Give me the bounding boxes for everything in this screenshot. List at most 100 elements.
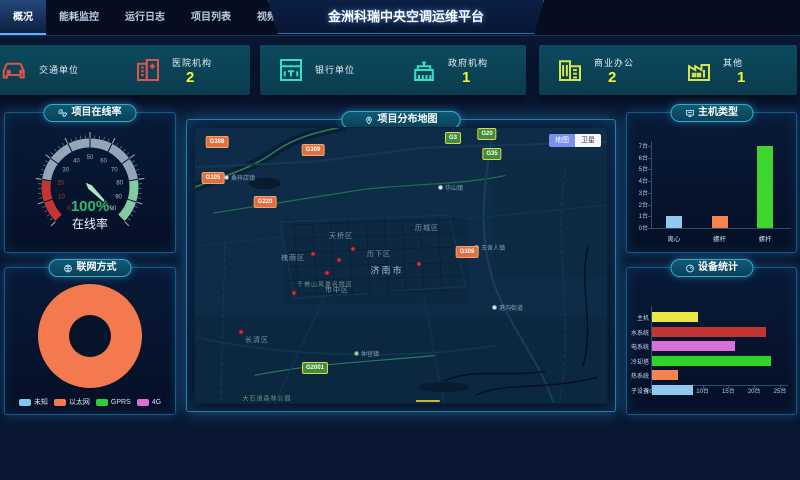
place-marker[interactable]: 桑梓店镇 (224, 173, 255, 182)
y-category-label: 冷却塔 (627, 357, 649, 366)
svg-text:70: 70 (111, 167, 118, 173)
stat-value: 1 (462, 71, 488, 85)
map-canvas[interactable]: 地图 卫星 G308G309G105G220G309G3G20G35G2001济… (194, 127, 608, 404)
road-badge-G220: G220 (254, 196, 277, 208)
legend-label: 4G (152, 399, 161, 406)
factory-icon (684, 55, 714, 85)
satellite-mode-button[interactable]: 卫星 (575, 134, 601, 147)
stat-office: 商业办公2 (539, 45, 668, 95)
y-tick (648, 146, 651, 147)
svg-text:90: 90 (115, 194, 122, 200)
stat-label: 政府机构 (448, 56, 488, 69)
marker-dot-icon (438, 185, 443, 190)
map-area-label: 济南市 (370, 264, 403, 277)
stat-label: 交通单位 (39, 63, 79, 76)
stat-value: 1 (737, 71, 745, 85)
stat-government: 政府机构 1 (393, 45, 526, 95)
stat-label: 商业办公 (594, 56, 634, 69)
y-axis (651, 141, 652, 229)
marker-dot-icon (354, 351, 359, 356)
online-rate-gauge: 0102030405060708090100100%在线率 (5, 123, 175, 248)
legend-swatch (54, 399, 66, 406)
place-marker[interactable]: 港沟街道 (492, 303, 523, 312)
svg-text:60: 60 (100, 158, 107, 164)
stat-transport: 交通单位 (0, 45, 117, 95)
map-area-label: 大石道森林公园 (242, 394, 291, 403)
svg-text:50: 50 (87, 155, 94, 161)
x-axis (651, 228, 791, 229)
y-category-label: 电系统 (627, 342, 649, 351)
marker-label: 华山镇 (445, 183, 463, 192)
bar-离心 (666, 216, 682, 228)
y-tick-label: 7台 (627, 141, 648, 150)
legend-item-以太网[interactable]: 以太网 (54, 397, 90, 407)
place-marker[interactable]: 仲宫镇 (354, 349, 379, 358)
road-badge-G2001: G2001 (302, 362, 328, 374)
project-dot-marker[interactable] (325, 271, 330, 276)
y-category-label: 子设备 (627, 386, 649, 395)
legend-label: 未知 (34, 397, 48, 407)
stat-bank: 银行单位 (260, 45, 393, 95)
y-tick (648, 205, 651, 206)
tab-energy-monitor[interactable]: 能耗监控 (46, 0, 112, 35)
map-area-label: 槐荫区 (281, 253, 305, 263)
stat-hospital: 医院机构2 (117, 45, 250, 95)
road-badge-G309: G309 (456, 246, 479, 258)
marker-label: 桑梓店镇 (231, 173, 255, 182)
map-area-label: 千佛山风景名胜区 (297, 280, 353, 289)
map-area-label: 历下区 (367, 249, 391, 259)
bar-冷却塔 (652, 356, 771, 366)
legend-item-4G[interactable]: 4G (137, 397, 161, 407)
legend-item-未知[interactable]: 未知 (19, 397, 48, 407)
x-category-label: 螺杆 (705, 233, 735, 243)
svg-text:30: 30 (62, 167, 69, 173)
road-badge-G309: G309 (302, 144, 325, 156)
y-category-label: 热系统 (627, 371, 649, 380)
panel-network-header: 联网方式 (49, 259, 132, 277)
y-category-label: 水系统 (627, 328, 649, 337)
svg-text:100%: 100% (71, 198, 109, 215)
x-tick (754, 386, 755, 389)
svg-text:80: 80 (116, 180, 123, 186)
map-area-label: 长清区 (245, 335, 269, 345)
bar-水系统 (652, 327, 766, 337)
tab-project-list[interactable]: 项目列表 (178, 0, 244, 35)
tab-run-log[interactable]: 运行日志 (112, 0, 178, 35)
map-mode-button[interactable]: 地图 (549, 134, 575, 147)
marker-dot-icon (224, 175, 229, 180)
y-category-label: 主机 (627, 313, 649, 322)
road-badge-G105: G105 (202, 172, 225, 184)
network-legend: 未知以太网 GPRS 4G (5, 397, 175, 407)
road-badge-G3: G3 (445, 132, 461, 144)
bar-螺杆 (757, 146, 773, 228)
map-area-label: 天桥区 (329, 231, 353, 241)
svg-text:10: 10 (58, 194, 65, 200)
project-dot-marker[interactable] (292, 291, 297, 296)
legend-swatch (19, 399, 31, 406)
road-badge-G20: G20 (477, 128, 496, 140)
tab-overview[interactable]: 概况 (0, 0, 46, 35)
project-dot-marker[interactable] (337, 258, 342, 263)
bar-热系统 (652, 370, 678, 380)
legend-item-GPRS[interactable]: GPRS (96, 397, 131, 407)
map-area-label: 历城区 (415, 223, 439, 233)
map-layer-toggle: 地图 卫星 (549, 134, 601, 147)
svg-text:20: 20 (57, 180, 64, 186)
panel-project-map: 项目分布地图 (186, 119, 616, 412)
road-badge-G35: G35 (482, 148, 501, 160)
y-tick-label: 2台 (627, 200, 648, 209)
panel-online-rate: 项目在线率 0102030405060708090100100%在线率 (4, 112, 176, 253)
project-dot-marker[interactable] (351, 247, 356, 252)
page-title: 金洲科瑞中央空调运维平台 (268, 0, 544, 34)
device-stats-bar-chart: 0台5台10台15台20台25台主机水系统电系统冷却塔热系统子设备 (627, 268, 796, 414)
car-icon (0, 55, 30, 85)
place-marker[interactable]: 王舍人镇 (474, 243, 505, 252)
office-icon (555, 55, 585, 85)
project-dot-marker[interactable] (311, 252, 316, 257)
place-marker[interactable]: 华山镇 (438, 183, 463, 192)
svg-text:在线率: 在线率 (72, 216, 108, 231)
project-dot-marker[interactable] (239, 330, 244, 335)
y-tick-label: 0台 (627, 223, 648, 232)
y-tick-label: 1台 (627, 211, 648, 220)
project-dot-marker[interactable] (417, 262, 422, 267)
